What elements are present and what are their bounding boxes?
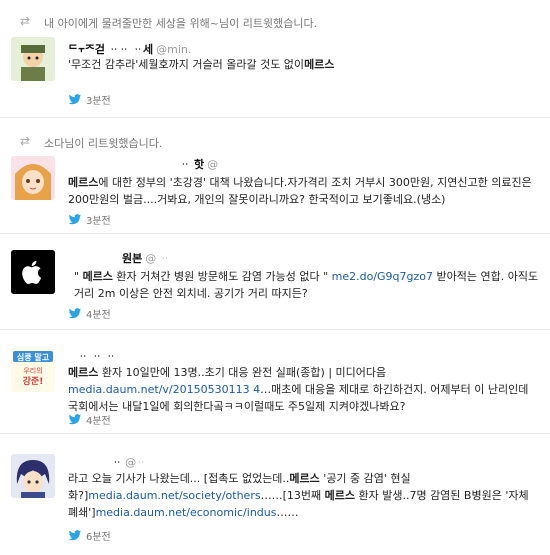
- keyword: 메르스: [82, 270, 113, 283]
- author-name: 원본: [122, 252, 143, 265]
- twitter-bird-icon: [68, 214, 82, 225]
- tweet-link[interactable]: me2.do/G9q7gzo7: [332, 270, 433, 283]
- text-part: 환자 거쳐간 병원 방문해도 감염 가능성 없다 ": [112, 270, 332, 283]
- text-part: '무조건 감추라'세월호까지 거슬러 올라갈 것도 없이: [68, 58, 305, 71]
- author-name: ᄃ᠇ᄌ걷 ᆢᆢ ᆢ세: [68, 43, 154, 56]
- tweet-item[interactable]: ᆢ @ᆢ 라고 오늘 기사가 나왔는데... [접촉도 없었는데..메르스 '공기…: [0, 434, 550, 555]
- svg-text:심쿵 말고: 심쿵 말고: [17, 352, 50, 362]
- text-part: ……[13번째: [260, 489, 325, 502]
- tweet-time: 3분전: [86, 96, 111, 107]
- svg-text:강준!: 강준!: [23, 375, 44, 387]
- tweet-feed: ⇄ 내 아이에게 물려줄만한 세상을 위해~님이 리트윗했습니다. ᄃ᠇ᄌ걷 ᆢ…: [0, 0, 550, 555]
- cartoon-soldier-avatar[interactable]: [11, 37, 55, 81]
- tweet-meta[interactable]: 3분전: [68, 212, 111, 227]
- keyword: 메르스: [304, 58, 335, 71]
- retweet-icon: ⇄: [20, 134, 31, 148]
- retweet-label: 소다님이 리트윗했습니다.: [44, 137, 163, 150]
- author-handle: @: [207, 158, 219, 171]
- tweet-meta[interactable]: 6분전: [68, 528, 111, 543]
- keyword: 메르스: [324, 489, 355, 502]
- text-part: ": [74, 270, 83, 283]
- text-part: ……: [276, 506, 299, 519]
- tweet-text: 라고 오늘 기사가 나왔는데... [접촉도 없었는데..메르스 '공기 중 감…: [68, 470, 538, 521]
- tweet-author[interactable]: 원본 @ ᆢ: [122, 250, 170, 266]
- tweet-item[interactable]: ⇄ 소다님이 리트윗했습니다. ᆢ 핫 @ 메르스에 대한 정부의 '초강경' 대…: [0, 118, 550, 234]
- tweet-item[interactable]: ⇄ 내 아이에게 물려줄만한 세상을 위해~님이 리트윗했습니다. ᄃ᠇ᄌ걷 ᆢ…: [0, 0, 550, 118]
- svg-text:우리의: 우리의: [23, 366, 42, 375]
- twitter-bird-icon: [68, 308, 82, 319]
- author-name: ᆢ ᆢ ᆢ: [78, 350, 117, 363]
- tweet-meta[interactable]: 4분전: [68, 306, 111, 321]
- retweet-label: 내 아이에게 물려줄만한 세상을 위해~님이 리트윗했습니다.: [44, 17, 318, 30]
- twitter-bird-icon: [68, 530, 82, 541]
- apple-logo-avatar[interactable]: [11, 250, 55, 294]
- text-part: 에 대한 정부의 '초강경' 대책 나왔습니다.자가격리 조치 거부시 300만…: [68, 176, 532, 206]
- author-handle: @ ᆢ: [145, 252, 170, 265]
- tweet-text: " 메르스 환자 거쳐간 병원 방문해도 감염 가능성 없다 " me2.do/…: [74, 268, 544, 302]
- tweet-author[interactable]: ᆢ @ᆢ: [112, 454, 146, 470]
- anime-boy-avatar[interactable]: [11, 454, 55, 498]
- tweet-time: 3분전: [86, 216, 111, 227]
- tweet-text: 메르스 환자 10일만에 13명..초기 대응 완전 실패(종합) | 미디어다…: [68, 364, 538, 415]
- tweet-author[interactable]: ᆢ ᆢ ᆢ: [78, 348, 119, 364]
- tweet-link[interactable]: media.daum.net/v/20150530113 4: [68, 383, 260, 396]
- tweet-item[interactable]: 심쿵 말고 우리의 강준! ᆢ ᆢ ᆢ 메르스 환자 10일만에 13명..초기…: [0, 330, 550, 434]
- tweet-author[interactable]: ᆢ 핫 @: [180, 156, 218, 172]
- tweet-meta[interactable]: 3분전: [68, 92, 111, 107]
- surprise-badge-avatar[interactable]: 심쿵 말고 우리의 강준!: [11, 348, 55, 392]
- text-part: 환자 10일만에 13명..초기 대응 완전 실패(종합) | 미디어다음: [98, 366, 387, 379]
- tweet-time: 4분전: [86, 310, 111, 321]
- tweet-author[interactable]: ᄃ᠇ᄌ걷 ᆢᆢ ᆢ세 @min.: [68, 38, 191, 57]
- author-name: ᆢ 핫: [180, 158, 205, 171]
- tweet-text: 메르스에 대한 정부의 '초강경' 대책 나왔습니다.자가격리 조치 거부시 3…: [68, 174, 538, 208]
- author-handle: @ᆢ: [125, 456, 147, 469]
- text-part: 라고 오늘 기사가 나왔는데... [접촉도 없었는데..: [68, 472, 290, 485]
- tweet-meta[interactable]: 4분전: [68, 412, 111, 427]
- tweet-link[interactable]: media.daum.net/economic/indus: [96, 506, 277, 519]
- tweet-time: 4분전: [86, 416, 111, 427]
- keyword: 메르스: [289, 472, 320, 485]
- author-handle: @min.: [156, 43, 192, 56]
- tweet-time: 6분전: [86, 532, 111, 543]
- twitter-bird-icon: [68, 94, 82, 105]
- author-name: ᆢ: [112, 456, 123, 469]
- tweet-item[interactable]: 원본 @ ᆢ " 메르스 환자 거쳐간 병원 방문해도 감염 가능성 없다 " m…: [0, 234, 550, 330]
- tweet-link[interactable]: media.daum.net/society/others: [88, 489, 260, 502]
- twitter-bird-icon: [68, 414, 82, 425]
- retweet-icon: ⇄: [20, 14, 31, 28]
- keyword: 메르스: [68, 366, 99, 379]
- keyword: 메르스: [68, 176, 99, 189]
- tweet-text: '무조건 감추라'세월호까지 거슬러 올라갈 것도 없이메르스: [68, 56, 538, 73]
- anime-girl-avatar[interactable]: [11, 156, 55, 200]
